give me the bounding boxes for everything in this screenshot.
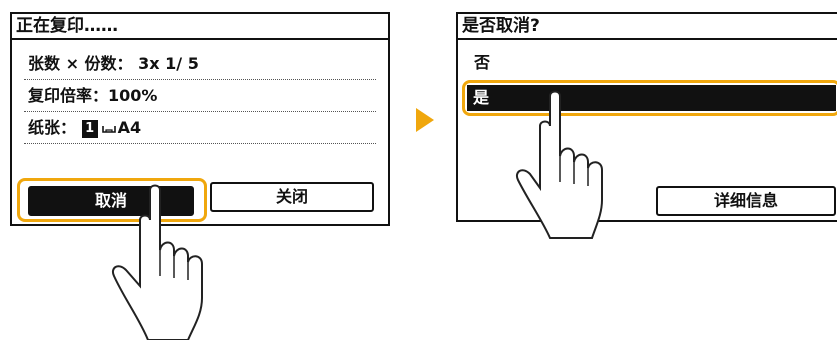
tray-icon (101, 113, 116, 145)
option-no[interactable]: 否 (464, 48, 837, 78)
paper-size: A4 (117, 118, 142, 137)
ratio-row: 复印倍率：100% (24, 80, 376, 112)
paper-row: 纸张： 1 A4 (24, 112, 376, 144)
screen-title: 正在复印…… (12, 14, 388, 40)
arrow-right-icon (416, 108, 434, 132)
paper-label: 纸张： (28, 118, 77, 137)
ratio-value: 100% (108, 86, 158, 105)
pointing-hand-icon (110, 180, 220, 344)
close-button[interactable]: 关闭 (210, 182, 374, 212)
copies-label: 张数 × 份数： (28, 54, 133, 73)
tray-number-badge: 1 (81, 119, 98, 138)
copies-row: 张数 × 份数： 3x 1/ 5 (24, 48, 376, 80)
copies-value: 3x 1/ 5 (138, 54, 199, 73)
pointing-hand-icon (512, 90, 622, 244)
details-button[interactable]: 详细信息 (656, 186, 836, 216)
ratio-label: 复印倍率： (28, 86, 109, 105)
screen-title: 是否取消? (458, 14, 837, 40)
